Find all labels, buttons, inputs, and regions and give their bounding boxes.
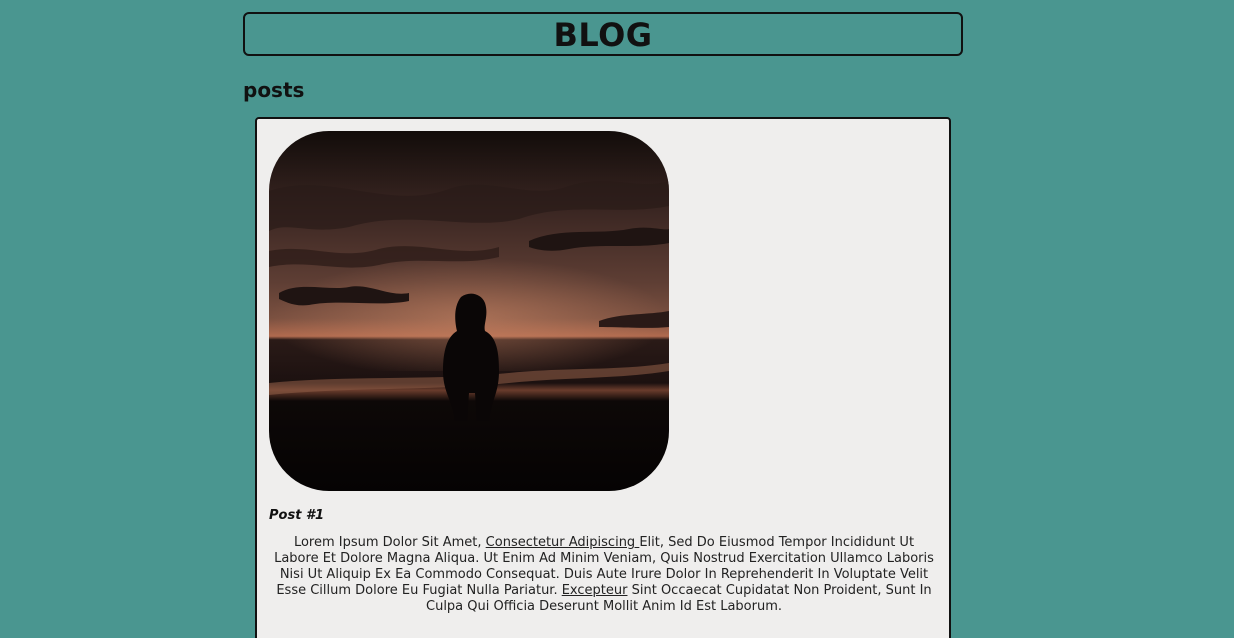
post-card: Post #1 Lorem Ipsum Dolor Sit Amet, Cons… [255, 117, 951, 638]
post-link-consectetur[interactable]: Consectetur Adipiscing [486, 535, 640, 550]
post-image [269, 131, 669, 491]
blog-header: BLOG [243, 12, 963, 56]
post-title: Post #1 [269, 508, 325, 523]
page-title: BLOG [553, 16, 653, 54]
post-body-text: Lorem Ipsum Dolor Sit Amet, [293, 535, 486, 550]
post-link-excepteur[interactable]: Excepteur [562, 583, 628, 598]
posts-heading: posts [243, 78, 305, 102]
post-body: Lorem Ipsum Dolor Sit Amet, Consectetur … [273, 535, 935, 615]
